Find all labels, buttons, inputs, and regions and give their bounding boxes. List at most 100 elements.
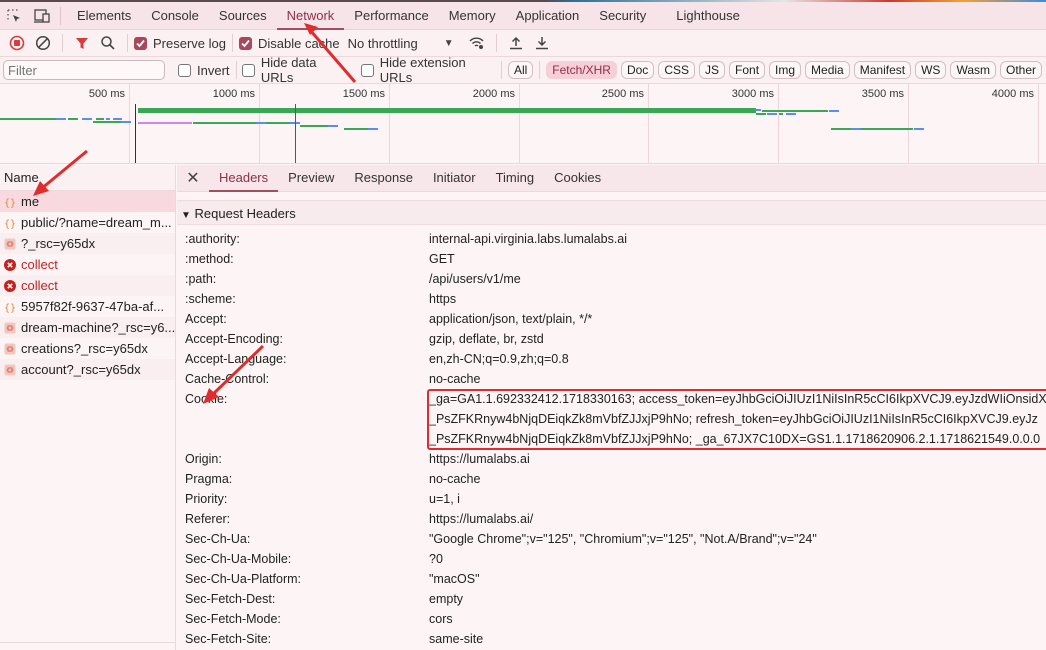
header-value[interactable]: en,zh-CN;q=0.9,zh;q=0.8 (429, 349, 1046, 369)
header-value[interactable]: no-cache (429, 469, 1046, 489)
header-row: Sec-Fetch-Dest: empty (177, 589, 1046, 609)
search-icon[interactable] (95, 30, 121, 56)
header-row: Origin: https://lumalabs.ai (177, 449, 1046, 469)
details-tabbar: ✕ Headers Preview Response Initiator Timing C… (177, 165, 1046, 192)
timeline-tick-label: 2500 ms (601, 88, 644, 100)
tab-application[interactable]: Application (506, 2, 590, 30)
timeline-tick-label: 500 ms (88, 88, 125, 100)
disable-cache-checkbox[interactable]: Disable cache (238, 36, 340, 51)
network-conditions-icon[interactable] (464, 30, 490, 56)
header-value[interactable]: application/json, text/plain, */* (429, 309, 1046, 329)
hide-extension-urls-label: Hide extension URLs (379, 55, 466, 85)
header-name: Accept: (185, 312, 227, 326)
filter-type-font[interactable]: Font (729, 61, 766, 79)
timeline-request-bar (138, 108, 756, 113)
request-row[interactable]: creations?_rsc=y65dx (0, 338, 175, 359)
header-value[interactable]: https://lumalabs.ai/ (429, 509, 1046, 529)
timeline-request-bar (328, 125, 338, 127)
cookie-highlight-annotation (427, 389, 1046, 450)
request-row[interactable]: collect (0, 254, 175, 275)
header-value[interactable]: https://lumalabs.ai (429, 449, 1046, 469)
header-value[interactable]: empty (429, 589, 1046, 609)
filter-icon[interactable] (69, 30, 95, 56)
filter-type-media[interactable]: Media (805, 61, 850, 79)
filter-type-fetch-xhr[interactable]: Fetch/XHR (546, 61, 617, 79)
tab-preview[interactable]: Preview (278, 165, 344, 192)
timeline-gridline (259, 84, 260, 163)
timeline-request-bar (755, 109, 761, 111)
header-name: :path: (185, 272, 217, 286)
header-value[interactable]: u=1, i (429, 489, 1046, 509)
request-details-panel: ✕ Headers Preview Response Initiator Timing C… (177, 165, 1046, 650)
download-icon[interactable] (529, 30, 555, 56)
request-row[interactable]: account?_rsc=y65dx (0, 359, 175, 380)
filter-type-css[interactable]: CSS (658, 61, 695, 79)
tab-response[interactable]: Response (344, 165, 423, 192)
header-value[interactable]: gzip, deflate, br, zstd (429, 329, 1046, 349)
tab-headers[interactable]: Headers (209, 165, 279, 192)
close-icon[interactable]: ✕ (177, 168, 209, 188)
header-name: Accept-Language: (185, 352, 287, 366)
timeline-gridline (908, 84, 909, 163)
network-overview-timeline[interactable]: 500 ms 1000 ms 1500 ms 2000 ms 2500 ms 3000 m… (0, 84, 1046, 164)
tab-cookies[interactable]: Cookies (544, 165, 611, 192)
filter-type-wasm[interactable]: Wasm (950, 61, 996, 79)
request-row[interactable]: {} 5957f82f-9637-47ba-af... (0, 296, 175, 317)
tab-sources[interactable]: Sources (209, 2, 277, 30)
header-value[interactable]: same-site (429, 629, 1046, 649)
header-value[interactable]: ?0 (429, 549, 1046, 569)
timeline-gridline (389, 84, 390, 163)
filter-type-other[interactable]: Other (1000, 61, 1043, 79)
device-toolbar-icon[interactable] (28, 2, 56, 30)
invert-checkbox[interactable]: Invert (178, 63, 230, 78)
request-row[interactable]: dream-machine?_rsc=y6... (0, 317, 175, 338)
header-value[interactable]: "macOS" (429, 569, 1046, 589)
upload-icon[interactable] (503, 30, 529, 56)
filter-type-ws[interactable]: WS (915, 61, 947, 79)
throttling-select[interactable]: No throttling ▼ (348, 36, 454, 51)
hide-extension-urls-checkbox[interactable]: Hide extension URLs (361, 55, 495, 85)
tab-initiator[interactable]: Initiator (423, 165, 486, 192)
header-value[interactable]: no-cache (429, 369, 1046, 389)
header-value[interactable]: /api/users/v1/me (429, 269, 1046, 289)
tab-performance[interactable]: Performance (344, 2, 438, 30)
header-value[interactable]: "Google Chrome";v="125", "Chromium";v="1… (429, 529, 1046, 549)
clear-icon[interactable] (30, 30, 56, 56)
tab-timing[interactable]: Timing (486, 165, 545, 192)
tab-console[interactable]: Console (141, 2, 209, 30)
divider (62, 34, 63, 52)
tab-elements[interactable]: Elements (67, 2, 141, 30)
filter-type-manifest[interactable]: Manifest (853, 61, 912, 79)
preserve-log-checkbox[interactable]: Preserve log (134, 36, 226, 51)
request-row[interactable]: ?_rsc=y65dx (0, 233, 175, 254)
record-stop-icon[interactable] (4, 30, 30, 56)
tab-network[interactable]: Network (276, 2, 345, 30)
request-row[interactable]: {} public/?name=dream_m... (0, 212, 175, 233)
timeline-tick-label: 3500 ms (861, 88, 904, 100)
checkbox-unchecked-icon (178, 63, 191, 77)
timeline-request-bar (106, 118, 110, 120)
filter-type-js[interactable]: JS (699, 61, 726, 79)
request-list-panel: Name {} me {} public/?name=dream_m... ?_rsc=… (0, 165, 176, 650)
tab-memory[interactable]: Memory (439, 2, 506, 30)
request-headers-section-toggle[interactable]: ▼ Request Headers (177, 200, 1046, 225)
header-value[interactable]: GET (429, 249, 1046, 269)
header-value[interactable]: https (429, 289, 1046, 309)
name-column-header[interactable]: Name (0, 165, 175, 191)
header-value[interactable]: internal-api.virginia.labs.lumalabs.ai (429, 229, 1046, 249)
header-name: Referer: (185, 512, 231, 526)
tab-lighthouse[interactable]: Lighthouse (666, 2, 750, 30)
inspect-element-icon[interactable] (0, 2, 28, 30)
header-value[interactable]: cors (429, 609, 1046, 629)
header-row: Pragma: no-cache (177, 469, 1046, 489)
divider (235, 61, 237, 79)
filter-type-doc[interactable]: Doc (620, 61, 655, 79)
triangle-down-icon: ▼ (181, 210, 191, 221)
filter-type-img[interactable]: Img (769, 61, 802, 79)
hide-data-urls-checkbox[interactable]: Hide data URLs (242, 55, 347, 85)
filter-input[interactable] (3, 60, 165, 80)
request-row[interactable]: {} me (0, 191, 175, 212)
tab-security[interactable]: Security (589, 2, 656, 30)
request-row[interactable]: collect (0, 275, 175, 296)
filter-type-all[interactable]: All (507, 61, 534, 79)
